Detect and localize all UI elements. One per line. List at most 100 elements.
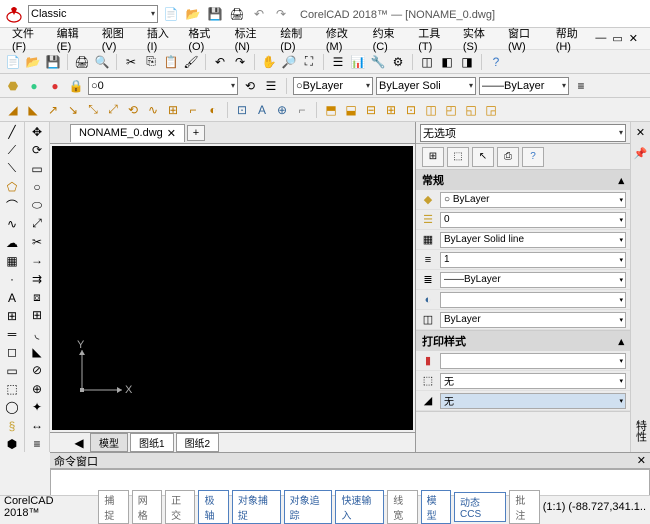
color-combo[interactable]: ○ ByLayer xyxy=(293,77,373,95)
menu-dim[interactable]: 标注(N) xyxy=(229,23,273,55)
table-icon[interactable]: ⊞ xyxy=(3,308,21,324)
save-icon[interactable]: 💾 xyxy=(206,5,224,23)
collapse2-icon[interactable]: ▴ xyxy=(618,335,624,348)
xline-icon[interactable]: ⟋ xyxy=(3,142,21,158)
undo-icon[interactable]: ↶ xyxy=(250,5,268,23)
model-tab[interactable]: 模型 xyxy=(90,433,128,452)
prop-ps2[interactable]: 无 xyxy=(440,373,626,389)
layer-combo[interactable]: ○ 0 xyxy=(88,77,238,95)
menu-view[interactable]: 视图(V) xyxy=(96,23,139,55)
pline-icon[interactable]: ⟍ xyxy=(3,161,21,177)
laystate-icon[interactable]: ☰ xyxy=(262,77,280,95)
grid-button[interactable]: 网格 xyxy=(132,490,162,524)
prop-transp[interactable] xyxy=(440,292,626,308)
dccs-button[interactable]: 动态 CCS xyxy=(454,492,506,522)
offset-icon[interactable]: ⇉ xyxy=(28,271,46,287)
menu-modify[interactable]: 修改(M) xyxy=(320,23,365,55)
scale-icon[interactable]: ⤢ xyxy=(28,216,46,232)
zoom-icon[interactable]: 🔎 xyxy=(280,53,298,71)
print-icon[interactable]: 🖨 xyxy=(228,5,246,23)
rect-icon[interactable]: ▭ xyxy=(28,161,46,177)
align-icon[interactable]: ≡ xyxy=(28,436,46,452)
mod6-icon[interactable]: ⤢ xyxy=(104,101,122,119)
layfrz-icon[interactable]: ● xyxy=(46,77,64,95)
help-icon[interactable]: ? xyxy=(487,53,505,71)
doc-tab[interactable]: NONAME_0.dwg ✕ xyxy=(70,124,185,142)
extend-icon[interactable]: → xyxy=(28,252,46,268)
pan-icon[interactable]: ✋ xyxy=(260,53,278,71)
anno-button[interactable]: 批注 xyxy=(509,490,539,524)
donut-icon[interactable]: ◯ xyxy=(3,399,21,415)
mod12-icon[interactable]: ⊡ xyxy=(233,101,251,119)
sheet1-tab[interactable]: 图纸1 xyxy=(130,433,174,452)
menu-constraint[interactable]: 约束(C) xyxy=(367,23,411,55)
minimize-icon[interactable]: — xyxy=(595,32,606,45)
cut-icon[interactable]: ✂ xyxy=(122,53,140,71)
mod1-icon[interactable]: ◢ xyxy=(4,101,22,119)
hatch-icon[interactable]: ▦ xyxy=(3,253,21,269)
mod10-icon[interactable]: ⌐ xyxy=(184,101,202,119)
tab-prev-icon[interactable]: ◀ xyxy=(70,434,88,452)
c8-icon[interactable]: ◱ xyxy=(462,101,480,119)
ell-icon[interactable]: ⬭ xyxy=(28,197,46,213)
otrack-button[interactable]: 对象追踪 xyxy=(284,490,333,524)
lweight-combo[interactable]: ——ByLayer xyxy=(479,77,569,95)
close-icon[interactable]: ✕ xyxy=(629,32,638,45)
pbtn-help-icon[interactable]: ? xyxy=(522,147,544,167)
undo2-icon[interactable]: ↶ xyxy=(211,53,229,71)
arc-icon[interactable]: ⌒ xyxy=(3,197,21,214)
open-icon[interactable]: 📂 xyxy=(184,5,202,23)
menu-solid[interactable]: 实体(S) xyxy=(457,23,500,55)
pbtn1-icon[interactable]: ⊞ xyxy=(422,147,444,167)
wipeout-icon[interactable]: ◻ xyxy=(3,344,21,360)
line-icon[interactable]: ╱ xyxy=(3,124,21,140)
mod3-icon[interactable]: ↗ xyxy=(44,101,62,119)
c7-icon[interactable]: ◰ xyxy=(442,101,460,119)
zext-icon[interactable]: ⛶ xyxy=(300,53,318,71)
menu-tools[interactable]: 工具(T) xyxy=(412,23,455,55)
tab-add-button[interactable]: + xyxy=(187,125,205,141)
ltype-combo[interactable]: ByLayer Soli xyxy=(376,77,476,95)
c1-icon[interactable]: ⬒ xyxy=(322,101,340,119)
pbtn2-icon[interactable]: ⬚ xyxy=(447,147,469,167)
chamfer-icon[interactable]: ◣ xyxy=(28,344,46,360)
menu-window[interactable]: 窗口(W) xyxy=(502,23,548,55)
prop-ps3[interactable]: 无 xyxy=(440,393,626,409)
sheet2-tab[interactable]: 图纸2 xyxy=(176,433,220,452)
rev-icon[interactable]: ☁ xyxy=(3,234,21,250)
layprev-icon[interactable]: ⟲ xyxy=(241,77,259,95)
mirror-icon[interactable]: ⧈ xyxy=(28,289,46,305)
c5-icon[interactable]: ⊡ xyxy=(402,101,420,119)
mod13-icon[interactable]: A xyxy=(253,101,271,119)
prop-lweight[interactable]: ——ByLayer xyxy=(440,272,626,288)
break-icon[interactable]: ⊘ xyxy=(28,362,46,378)
mod8-icon[interactable]: ∿ xyxy=(144,101,162,119)
props-icon[interactable]: 📊 xyxy=(349,53,367,71)
mod14-icon[interactable]: ⊕ xyxy=(273,101,291,119)
rotate-icon[interactable]: ⟳ xyxy=(28,142,46,158)
section-plotstyle[interactable]: 打印样式▴ xyxy=(416,331,630,351)
prop-color[interactable]: ○ ByLayer xyxy=(440,192,626,208)
copy-icon[interactable]: ⎘ xyxy=(142,53,160,71)
panel-close-icon[interactable]: ✕ xyxy=(636,126,645,139)
move-icon[interactable]: ✥ xyxy=(28,124,46,140)
cmd-close-icon[interactable]: ✕ xyxy=(637,454,646,467)
menu-edit[interactable]: 编辑(E) xyxy=(51,23,94,55)
prop-thick[interactable]: ByLayer xyxy=(440,312,626,328)
text-icon[interactable]: A xyxy=(3,289,21,305)
noopt-combo[interactable]: 无选项 xyxy=(420,124,626,142)
new-doc-icon[interactable]: 📄 xyxy=(4,53,22,71)
layoff-icon[interactable]: ● xyxy=(25,77,43,95)
menu-help[interactable]: 帮助(H) xyxy=(550,23,594,55)
pbtn4-icon[interactable]: ⎙ xyxy=(497,147,519,167)
prop-ps1[interactable] xyxy=(440,353,626,369)
mod15-icon[interactable]: ⌐ xyxy=(293,101,311,119)
ortho-button[interactable]: 正交 xyxy=(165,490,195,524)
match-icon[interactable]: 🖌 xyxy=(182,53,200,71)
mod2-icon[interactable]: ◣ xyxy=(24,101,42,119)
mod5-icon[interactable]: ⤡ xyxy=(84,101,102,119)
trim-icon[interactable]: ✂ xyxy=(28,234,46,250)
layers-icon[interactable]: ☰ xyxy=(329,53,347,71)
circ-icon[interactable]: ○ xyxy=(28,179,46,195)
3d-icon[interactable]: ⬢ xyxy=(3,436,21,452)
